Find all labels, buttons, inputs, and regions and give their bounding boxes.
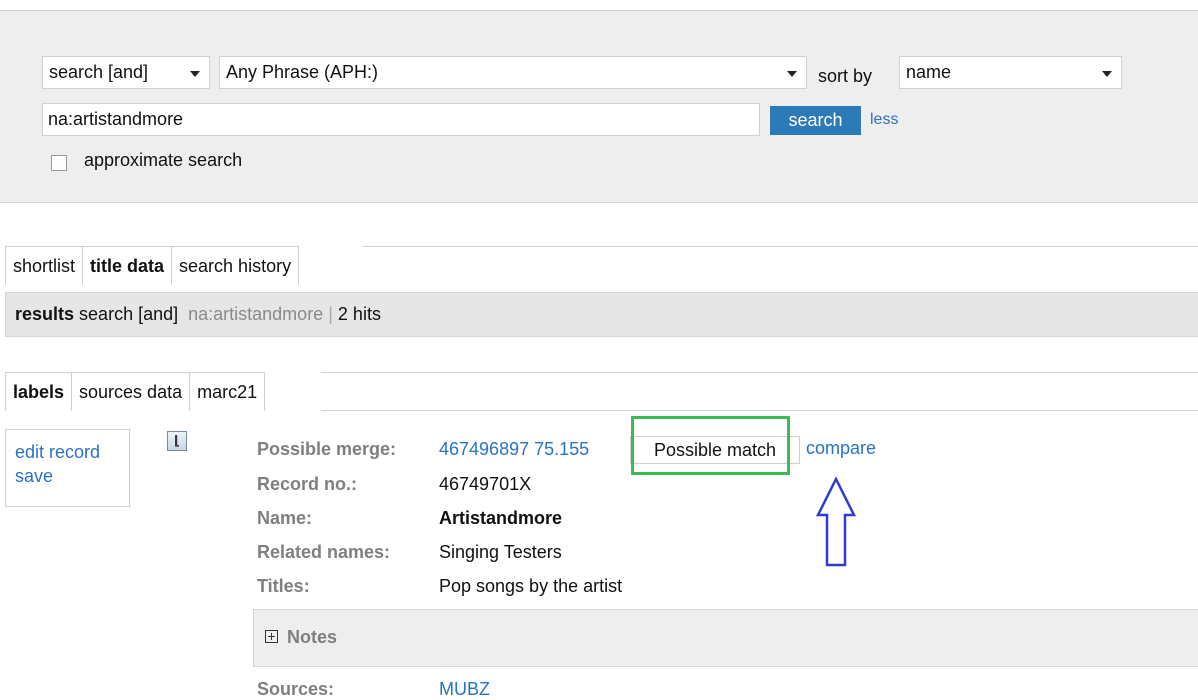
tabs-top-line — [363, 246, 1198, 247]
sort-by-label: sort by — [818, 66, 873, 86]
compare-link[interactable]: compare — [806, 438, 876, 459]
search-input[interactable] — [42, 103, 760, 136]
record-no-label: Record no.: — [257, 474, 358, 494]
possible-merge-link[interactable]: 467496897 75.155 — [439, 439, 589, 460]
chevron-down-icon — [787, 71, 797, 77]
results-query: na:artistandmore — [188, 304, 324, 324]
possible-merge-label: Possible merge: — [257, 439, 397, 459]
sources-label: Sources: — [257, 679, 335, 699]
tab-shortlist[interactable]: shortlist — [6, 247, 84, 285]
edit-record-link[interactable]: edit record — [15, 440, 129, 464]
sources-link[interactable]: MUBZ — [439, 679, 490, 700]
tab-search-history[interactable]: search history — [172, 247, 300, 285]
tab-marc21[interactable]: marc21 — [190, 373, 266, 411]
record-actions-panel: edit record save — [5, 429, 130, 507]
search-panel: search [and] Any Phrase (APH:) sort by n… — [0, 10, 1198, 203]
notes-panel[interactable]: Notes — [253, 609, 1198, 667]
search-mode-value: search [and] — [49, 62, 149, 82]
approximate-search-label: approximate search — [84, 150, 243, 170]
search-index-value: Any Phrase (APH:) — [226, 62, 379, 82]
less-link[interactable]: less — [870, 111, 898, 129]
tab-labels[interactable]: labels — [6, 373, 73, 411]
name-value: Artistandmore — [439, 508, 563, 528]
related-names-label: Related names: — [257, 542, 391, 562]
view-tabs-top-line — [321, 372, 1198, 373]
results-separator: | — [328, 304, 333, 324]
results-mode: search [and] — [79, 304, 179, 324]
search-mode-select[interactable]: search [and] — [42, 56, 210, 89]
sort-select[interactable]: name — [899, 56, 1122, 89]
view-tabs: labels sources data marc21 — [5, 372, 266, 411]
notes-label: Notes — [287, 627, 338, 647]
highlight-box — [631, 416, 790, 475]
results-hits: 2 hits — [337, 304, 381, 324]
chevron-down-icon — [190, 71, 200, 77]
tab-sources-data[interactable]: sources data — [72, 373, 191, 411]
top-tabs: shortlist title data search history — [5, 246, 300, 285]
annotation-up-arrow — [815, 477, 857, 567]
chevron-down-icon — [1102, 71, 1112, 77]
titles-label: Titles: — [257, 576, 310, 596]
approximate-search-checkbox[interactable] — [51, 155, 67, 171]
results-label: results — [15, 304, 75, 324]
save-link[interactable]: save — [15, 464, 129, 488]
titles-value: Pop songs by the artist — [439, 576, 623, 596]
related-names-value: Singing Testers — [439, 542, 562, 562]
search-button[interactable]: search — [770, 106, 861, 135]
expand-plus-icon[interactable] — [265, 630, 278, 643]
record-no-value: 46749701X — [439, 474, 532, 494]
results-bar: results search [and] na:artistandmore | … — [5, 292, 1198, 337]
search-index-select[interactable]: Any Phrase (APH:) — [219, 56, 807, 89]
view-tabs-bottom-line — [321, 410, 1198, 411]
sort-value: name — [906, 62, 952, 82]
name-label: Name: — [257, 508, 313, 528]
tab-title-data[interactable]: title data — [83, 247, 173, 285]
record-marker-icon[interactable]: ⌊ — [167, 431, 187, 451]
